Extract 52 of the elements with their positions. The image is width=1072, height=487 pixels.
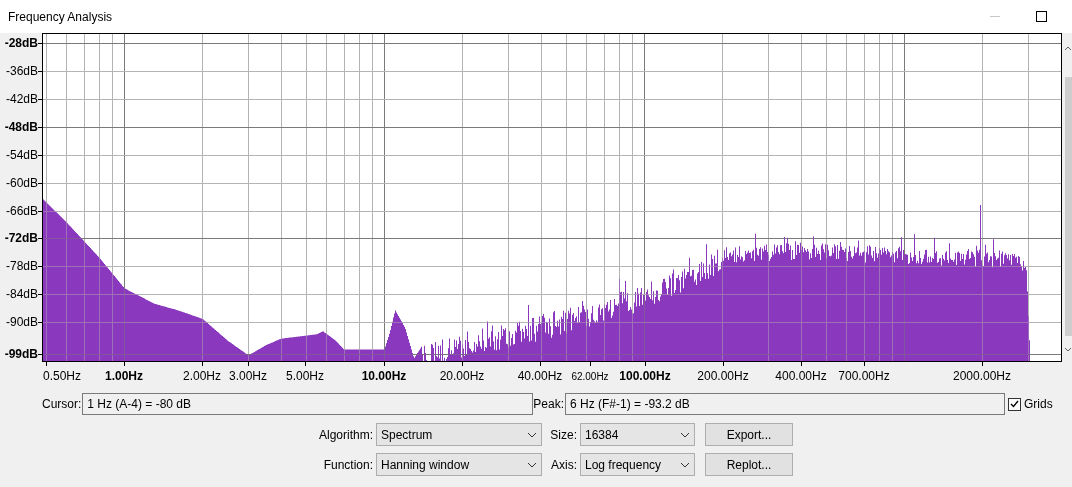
y-axis-label: -48dB (4, 120, 38, 134)
grids-label: Grids (1024, 396, 1053, 413)
y-axis-label: -78dB (5, 259, 38, 273)
cursor-label: Cursor: (42, 396, 82, 413)
dropdown[interactable]: Spectrum (376, 423, 542, 446)
y-axis-label: -84dB (5, 287, 38, 301)
x-axis-label: 1.00Hz (105, 369, 143, 383)
x-axis-label: 400.00Hz (775, 369, 827, 383)
window-title: Frequency Analysis (8, 8, 113, 26)
y-axis-label: -36dB (5, 64, 38, 78)
x-axis-label: 5.00Hz (286, 369, 324, 383)
x-axis-label: 200.00Hz (697, 369, 749, 383)
y-axis-label: -66dB (5, 204, 38, 218)
x-axis-label: 10.00Hz (361, 369, 407, 383)
scrollbar-thumb[interactable] (1065, 77, 1072, 336)
grids-checkbox[interactable] (1008, 397, 1022, 411)
minimize-icon (990, 15, 1000, 18)
dropdown-icon (527, 431, 537, 438)
setting-label: Algorithm: (317, 426, 374, 444)
dropdown[interactable]: 16384 (580, 423, 695, 446)
x-axis-label: 40.00Hz (517, 369, 563, 383)
dropdown-icon (527, 461, 537, 468)
peak-label: Peak: (533, 396, 565, 413)
y-axis-label: -72dB (4, 231, 38, 245)
x-axis-label: 62.00Hz (571, 371, 609, 382)
x-axis-label: 2.00Hz (183, 369, 221, 383)
y-axis-label: -28dB (4, 36, 38, 50)
action-button[interactable]: Export... (705, 423, 793, 446)
x-axis-label: 0.50Hz (43, 369, 81, 383)
x-axis-label: 2000.00Hz (953, 369, 1011, 383)
setting-label: Function: (322, 456, 374, 474)
y-axis-label: -90dB (5, 315, 38, 329)
x-axis-label: 20.00Hz (439, 369, 485, 383)
setting-label: Size: (549, 426, 578, 444)
x-axis-label: 3.00Hz (229, 369, 267, 383)
x-axis-label: 100.00Hz (619, 369, 671, 383)
y-axis-label: -99dB (4, 347, 38, 361)
dropdown[interactable]: Log frequency (580, 453, 695, 476)
cursor-field[interactable]: 1 Hz (A-4) = -80 dB (82, 393, 534, 415)
action-button[interactable]: Replot... (705, 453, 793, 476)
dropdown-icon (680, 461, 690, 468)
x-axis-label: 700.00Hz (838, 369, 890, 383)
setting-label: Axis: (550, 456, 578, 474)
peak-field[interactable]: 6 Hz (F#-1) = -93.2 dB (565, 393, 1006, 415)
maximize-icon (1035, 11, 1047, 22)
scroll-up-icon[interactable] (1064, 46, 1072, 51)
scroll-down-icon[interactable] (1064, 347, 1072, 352)
y-axis-label: -60dB (5, 176, 38, 190)
y-axis-label: -54dB (5, 148, 38, 162)
y-axis-label: -42dB (5, 92, 38, 106)
dropdown[interactable]: Hanning window (376, 453, 542, 476)
dropdown-icon (680, 431, 690, 438)
